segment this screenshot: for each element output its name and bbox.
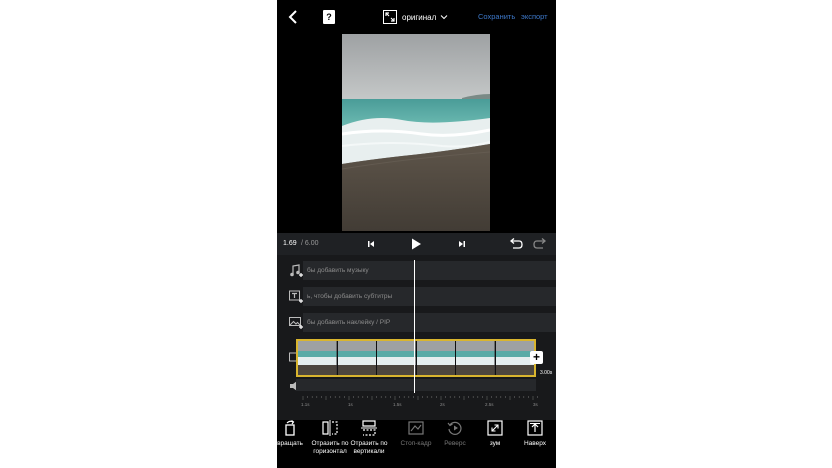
rotate-tool[interactable]: вращать [277,420,312,468]
timeline[interactable]: бы добавить музыку ь, чтобы добавить суб… [277,255,556,420]
music-track-hint: бы добавить музыку [307,267,369,274]
beach-video-frame [342,34,490,231]
clip-thumbnail [377,341,417,375]
reverse-icon [447,421,462,435]
ruler-label: 3s [533,402,538,407]
flip-horizontal-icon [322,420,338,436]
tool-label: Отразить по горизонтал [311,440,349,455]
help-icon[interactable]: ? [323,10,335,24]
redo-icon[interactable] [533,237,548,251]
freeze-frame-icon [408,421,424,435]
flip-horizontal-tool[interactable]: Отразить по горизонтал [308,420,352,468]
aspect-ratio-icon [383,10,397,24]
save-button[interactable]: Сохранить [478,12,515,21]
aspect-ratio-label: оригинал [402,12,437,22]
undo-icon[interactable] [508,237,523,251]
current-time: 1.69 [283,240,297,247]
playback-controls: 1.69 / 6.00 [277,233,556,255]
total-time: / 6.00 [301,240,319,247]
add-music-icon[interactable] [289,264,303,278]
clip-thumbnail [298,341,338,375]
freeze-frame-tool[interactable]: Стоп-кадр [394,420,438,468]
tool-label: вращать [277,440,303,447]
video-preview[interactable] [342,34,490,231]
sticker-track-hint: бы добавить наклейку / PIP [307,319,391,326]
skip-back-icon[interactable] [366,239,376,249]
export-button[interactable]: экспорт [521,12,548,21]
zoom-icon [487,420,503,436]
back-arrow-icon [288,10,297,24]
ruler-label: 2s [440,402,445,407]
time-ruler [302,396,538,400]
tool-label: Отразить по вертикали [350,440,388,455]
video-clip[interactable] [296,339,536,377]
zoom-tool[interactable]: зум [473,420,517,468]
clip-thumbnail [495,341,534,375]
aspect-ratio-dropdown[interactable]: оригинал [383,9,448,25]
clip-thumbnail [456,341,496,375]
flip-vertical-tool[interactable]: Отразить по вертикали [347,420,391,468]
reverse-tool[interactable]: Реверс [433,420,477,468]
ruler-label: 1s [348,402,353,407]
tool-label: Реверс [444,440,466,447]
ruler-label: 1.1s [301,402,310,407]
tools-bar: вращать Отразить по горизонтал Отразить … [277,420,556,468]
play-icon[interactable] [409,237,423,251]
skip-forward-icon[interactable] [457,239,467,249]
clip-thumbnail [416,341,456,375]
add-subtitles-icon[interactable] [289,290,303,304]
clip-thumbnail [337,341,377,375]
playhead[interactable] [414,260,415,393]
video-editor-screen: ? оригинал Сохранить экспорт 1.69 / 6.00… [277,0,556,468]
subtitles-track-hint: ь, чтобы добавить субтитры [307,293,393,300]
clip-duration: 3.00s [540,370,553,376]
tool-label: Стоп-кадр [400,440,432,447]
move-up-tool[interactable]: Наверх [513,420,556,468]
original-audio-track[interactable] [296,379,536,391]
ruler-label: 1.5s [393,402,402,407]
back-button[interactable] [285,8,303,26]
rotate-icon [285,420,295,436]
tool-label: Наверх [523,440,547,447]
add-clip-button[interactable]: + [530,351,543,364]
flip-vertical-icon [361,420,377,436]
add-sticker-icon[interactable] [289,316,303,330]
top-bar: ? оригинал Сохранить экспорт [277,0,556,34]
chevron-down-icon [440,15,448,20]
tool-label: зум [489,440,501,447]
ruler-label: 2.5s [485,402,494,407]
move-up-icon [527,420,543,436]
